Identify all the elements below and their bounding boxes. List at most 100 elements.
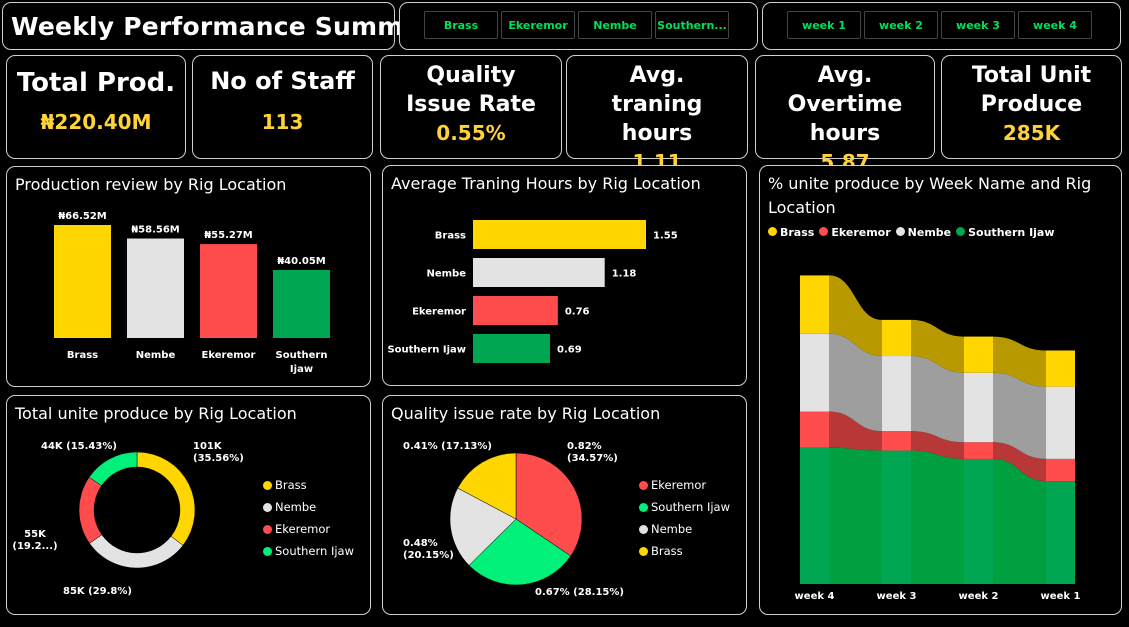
pie-legend: Ekeremor Southern Ijaw Nembe Brass <box>639 474 730 562</box>
ribbon-southern-ijaw <box>829 447 882 584</box>
legend-dot-southern-ijaw <box>263 546 272 556</box>
data-label: 0.76 <box>565 307 590 318</box>
slice-label: 0.82% <box>567 441 602 452</box>
donut-slice-ekeremor <box>78 476 103 544</box>
ribbon-bar-brass <box>882 319 911 357</box>
slice-label: (19.2...) <box>12 541 57 552</box>
donut-slice-nembe <box>89 534 184 569</box>
legend-dot-brass <box>639 546 648 556</box>
training-bar-chart: Brass 1.55 Nembe 1.18 Ekeremor 0.76 Southern I… <box>387 220 678 363</box>
slicer-week-2[interactable]: week 2 <box>864 11 938 39</box>
slicer-rig-brass[interactable]: Brass <box>424 11 498 39</box>
bar-nembe <box>127 238 184 338</box>
ribbon-bar-southern-ijaw <box>882 450 911 584</box>
category-label: Southern <box>276 350 328 361</box>
bar-brass <box>473 220 646 249</box>
ribbon-bar-southern-ijaw <box>800 447 829 584</box>
ribbon-southern-ijaw <box>911 450 964 584</box>
category-label: Ijaw <box>290 364 313 375</box>
category-label: week 4 <box>795 591 835 602</box>
legend-dot-brass <box>263 480 272 490</box>
ribbon-chart-panel: % unite produce by Week Name and Rig Loc… <box>759 165 1122 615</box>
slice-label: (35.56%) <box>193 453 244 464</box>
ribbon-bar-ekeremor <box>964 442 993 459</box>
legend-item: Brass <box>263 474 354 496</box>
donut-legend: Brass Nembe Ekeremor Southern Ijaw <box>263 474 354 562</box>
legend-dot-ekeremor <box>639 480 648 490</box>
slicer-rig-ekeremor[interactable]: Ekeremor <box>501 11 575 39</box>
category-label: week 3 <box>877 591 917 602</box>
slice-label: 85K (29.8%) <box>63 586 132 597</box>
category-label: week 1 <box>1041 591 1081 602</box>
data-label: ₦55.27M <box>204 230 253 241</box>
kpi-training-hours: Avg. traning hours 1.11 <box>566 55 748 174</box>
kpi-quality-rate: Quality Issue Rate 0.55% <box>380 55 562 159</box>
kpi-overtime-hours: Avg. Overtime hours 5.87 <box>755 55 935 174</box>
kpi-label: No of Staff <box>210 67 355 95</box>
ribbon-bar-ekeremor <box>882 431 911 451</box>
training-by-rig-panel: Average Traning Hours by Rig Location Br… <box>382 165 747 386</box>
kpi-label: Total Prod. <box>16 68 176 98</box>
bar-ekeremor <box>200 244 257 338</box>
slicer-rig-southern-ijaw[interactable]: Southern... <box>655 11 729 39</box>
slice-label: (20.15%) <box>403 550 454 561</box>
legend-item: Nembe <box>263 496 354 518</box>
rig-location-slicer: Brass Ekeremor Nembe Southern... <box>399 2 758 50</box>
kpi-value: ₦220.40M <box>40 110 152 134</box>
units-by-rig-panel: Total unite produce by Rig Location 101K… <box>6 395 371 615</box>
data-label: ₦40.05M <box>277 256 326 267</box>
legend-dot-nembe <box>639 524 648 534</box>
kpi-label: Avg. traning hours <box>611 63 703 146</box>
slicer-rig-nembe[interactable]: Nembe <box>578 11 652 39</box>
data-label: 1.55 <box>653 231 678 242</box>
bar-southern-ijaw <box>273 269 330 338</box>
ribbon-bar-brass <box>800 275 829 334</box>
slice-label: 0.67% (28.15%) <box>535 587 624 598</box>
ribbon-bar-nembe <box>1046 386 1075 459</box>
kpi-total-units: Total Unit Produce 285K <box>941 55 1122 159</box>
week-slicer: week 1 week 2 week 3 week 4 <box>762 2 1121 50</box>
ribbon-bar-nembe <box>800 333 829 412</box>
production-by-rig-panel: Production review by Rig Location ₦66.52… <box>6 166 371 387</box>
category-label: week 2 <box>959 591 999 602</box>
slicer-week-3[interactable]: week 3 <box>941 11 1015 39</box>
legend-item: Southern Ijaw <box>639 496 730 518</box>
slice-label: (34.57%) <box>567 453 618 464</box>
bar-brass <box>54 225 111 338</box>
legend-dot-ekeremor <box>263 524 272 534</box>
kpi-total-prod: Total Prod. ₦220.40M <box>6 55 186 159</box>
slice-label: 0.41% (17.13%) <box>403 441 492 452</box>
ribbon-bar-nembe <box>882 356 911 432</box>
slice-label: 0.48% <box>403 538 438 549</box>
ribbon-bar-nembe <box>964 372 993 443</box>
slice-label: 44K (15.43%) <box>41 441 117 452</box>
ribbon-bar-southern-ijaw <box>964 458 993 584</box>
slicer-week-4[interactable]: week 4 <box>1018 11 1092 39</box>
ribbon-bar-ekeremor <box>1046 458 1075 482</box>
ribbon-chart: week 4 week 3 week 2 week 1 <box>795 275 1081 602</box>
kpi-value: 285K <box>1002 121 1061 145</box>
legend-dot-nembe <box>263 502 272 512</box>
kpi-staff: No of Staff 113 <box>192 55 373 159</box>
category-label: Ekeremor <box>412 307 466 318</box>
legend-item: Southern Ijaw <box>263 540 354 562</box>
data-label: ₦58.56M <box>131 225 180 236</box>
legend-dot-southern-ijaw <box>639 502 648 512</box>
kpi-label: Avg. Overtime hours <box>787 63 903 146</box>
ribbon-bar-southern-ijaw <box>1046 481 1075 584</box>
data-label: 1.18 <box>612 269 637 280</box>
ribbon-bar-brass <box>964 336 993 373</box>
kpi-value: 113 <box>261 110 304 134</box>
title-card: Weekly Performance Summary <box>2 2 449 50</box>
kpi-label: Quality Issue Rate <box>406 63 536 117</box>
category-label: Brass <box>435 231 466 242</box>
bar-nembe <box>473 258 605 287</box>
bar-ekeremor <box>473 296 558 325</box>
data-label: 0.69 <box>557 345 582 356</box>
quality-by-rig-panel: Quality issue rate by Rig Location 0.82%… <box>382 395 747 615</box>
slicer-week-1[interactable]: week 1 <box>787 11 861 39</box>
kpi-label: Total Unit Produce <box>971 63 1092 117</box>
kpi-value: 0.55% <box>436 121 506 145</box>
category-label: Nembe <box>136 350 176 361</box>
ribbon-bar-ekeremor <box>800 411 829 448</box>
